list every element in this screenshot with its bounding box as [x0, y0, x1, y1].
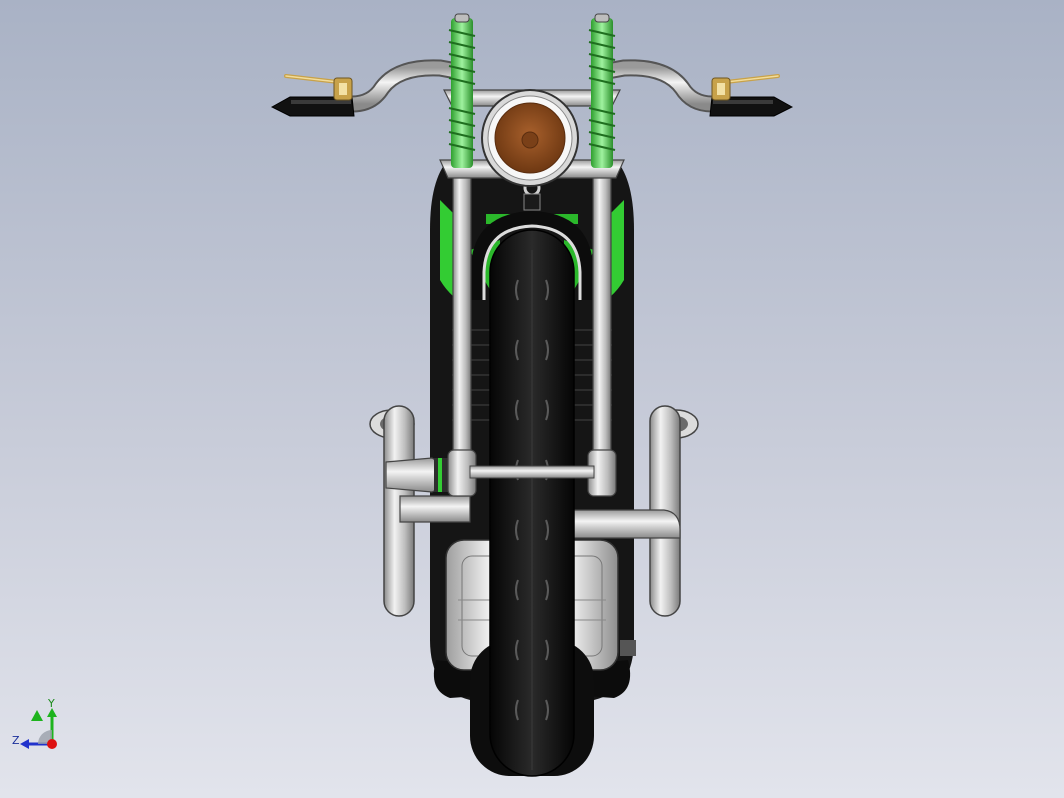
motorcycle-model[interactable] — [0, 0, 1064, 798]
triad-z-label: Z — [12, 734, 20, 747]
3d-viewport[interactable]: Y Z — [0, 0, 1064, 798]
headlight[interactable] — [481, 89, 579, 187]
front-axle[interactable] — [469, 465, 595, 479]
orientation-triad: Y Z — [8, 698, 68, 758]
left-fork-spring[interactable] — [448, 13, 476, 168]
right-fork-spring[interactable] — [588, 13, 616, 168]
left-brake-lever[interactable] — [284, 74, 353, 101]
triad-axes-icon — [20, 708, 57, 749]
triad-y-label: Y — [48, 697, 55, 710]
right-clutch-lever[interactable] — [711, 74, 780, 101]
